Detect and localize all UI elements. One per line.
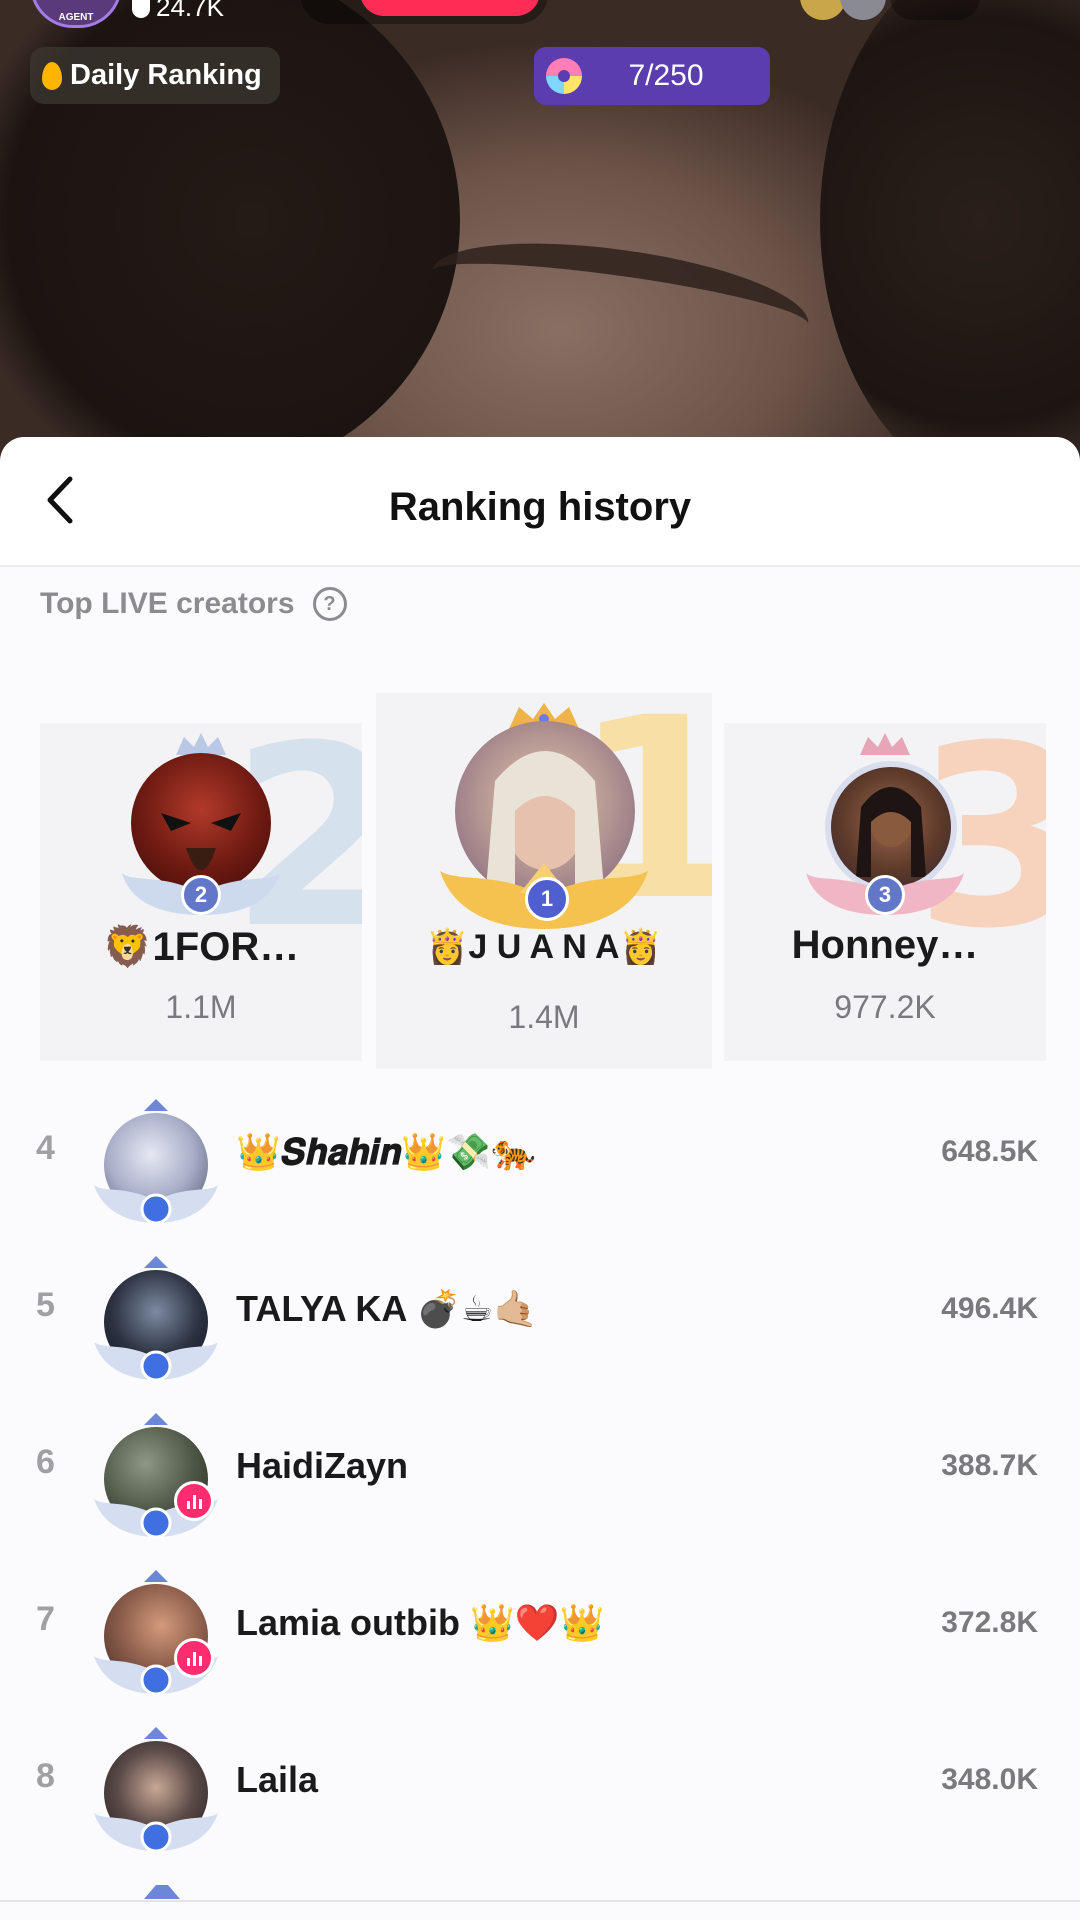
bottom-divider	[0, 1900, 1080, 1902]
podium-name: Honney…	[791, 923, 979, 967]
list-item-rank-4[interactable]: 4 👑𝑺𝒉𝒂𝒉𝒊𝒏👑💸🐅 648.5K	[0, 1097, 1080, 1254]
video-hair-right	[820, 0, 1080, 460]
blue-wings-icon	[94, 1099, 218, 1225]
podium-rank-badge: 1	[525, 877, 569, 921]
host-agent-badge: AGENT	[58, 12, 94, 23]
list-item-rank-8[interactable]: 8 Laila 348.0K	[0, 1725, 1080, 1882]
blue-wings-icon	[94, 1727, 218, 1853]
list-rank: 7	[36, 1600, 55, 1638]
viewer-avatar[interactable]	[800, 0, 846, 20]
gift-progress-pill[interactable]: 7/250	[534, 47, 770, 105]
list-rank: 5	[36, 1286, 55, 1324]
help-icon[interactable]: ?	[312, 587, 347, 621]
donut-icon	[546, 58, 582, 94]
podium-card-rank-1[interactable]: 1 1 👸J U A N A👸 1.4M	[376, 693, 712, 1069]
flame-icon	[42, 61, 62, 90]
gift-progress-count: 7/250	[628, 59, 704, 92]
list-name: Laila	[236, 1759, 319, 1800]
viewer-avatar[interactable]	[840, 0, 886, 20]
list-rank: 4	[36, 1129, 55, 1167]
list-item-rank-6[interactable]: 6 HaidiZayn 388.7K	[0, 1411, 1080, 1568]
list-name: HaidiZayn	[236, 1445, 409, 1486]
list-item-rank-5[interactable]: 5 TALYA KA 💣☕🤙🏼 496.4K	[0, 1254, 1080, 1411]
pink-crown-icon	[860, 733, 910, 755]
daily-ranking-pill[interactable]: Daily Ranking	[30, 47, 280, 104]
list-score: 372.8K	[941, 1606, 1038, 1639]
next-row-crown-icon	[144, 1885, 180, 1899]
daily-ranking-label: Daily Ranking	[70, 59, 262, 91]
list-name: TALYA KA 💣☕🤙🏼	[236, 1288, 538, 1329]
podium-name: 👸J U A N A👸	[426, 928, 662, 966]
podium-name: 🦁1FOR…	[102, 925, 300, 969]
podium-card-rank-3[interactable]: 3 3 Honney… 977.2K	[724, 723, 1046, 1061]
list-rank: 6	[36, 1443, 55, 1481]
list-item-rank-7[interactable]: 7 Lamia outbib 👑❤️👑 372.8K	[0, 1568, 1080, 1725]
list-rank: 8	[36, 1757, 55, 1795]
shield-icon	[132, 0, 150, 18]
podium-rank-badge: 3	[865, 875, 905, 915]
sheet-title: Ranking history	[388, 485, 692, 529]
section-label-text: Top LIVE creators	[40, 587, 295, 620]
silver-crown-icon	[176, 733, 226, 755]
host-like-count: 24.7K	[132, 0, 224, 23]
blue-wings-icon	[94, 1256, 218, 1382]
list-name: Lamia outbib 👑❤️👑	[236, 1602, 605, 1643]
list-score: 348.0K	[941, 1763, 1038, 1796]
live-video-background: AGENT 24.7K Daily Ranking 7/250	[0, 0, 1080, 460]
list-score: 496.4K	[941, 1292, 1038, 1325]
list-name: 👑𝑺𝒉𝒂𝒉𝒊𝒏👑💸🐅	[236, 1131, 536, 1172]
list-score: 388.7K	[941, 1449, 1038, 1482]
podium-rank-badge: 2	[181, 875, 221, 915]
podium-score: 1.4M	[508, 999, 580, 1035]
host-like-count-value: 24.7K	[156, 0, 224, 22]
video-eyebrow	[425, 224, 815, 372]
podium-score: 977.2K	[834, 989, 936, 1025]
live-indicator-icon	[174, 1481, 214, 1521]
section-label: Top LIVE creators ?	[40, 587, 347, 621]
list-score: 648.5K	[941, 1135, 1038, 1168]
follow-button[interactable]	[360, 0, 540, 16]
podium-card-rank-2[interactable]: 2 2 🦁1FOR… 1.1M	[40, 723, 362, 1061]
sheet-header: Ranking history	[0, 437, 1080, 567]
podium-score: 1.1M	[165, 989, 237, 1025]
viewer-count-pill[interactable]	[890, 0, 980, 20]
live-indicator-icon	[174, 1638, 214, 1678]
ranking-history-sheet: Ranking history Top LIVE creators ? 2 2 …	[0, 437, 1080, 1920]
